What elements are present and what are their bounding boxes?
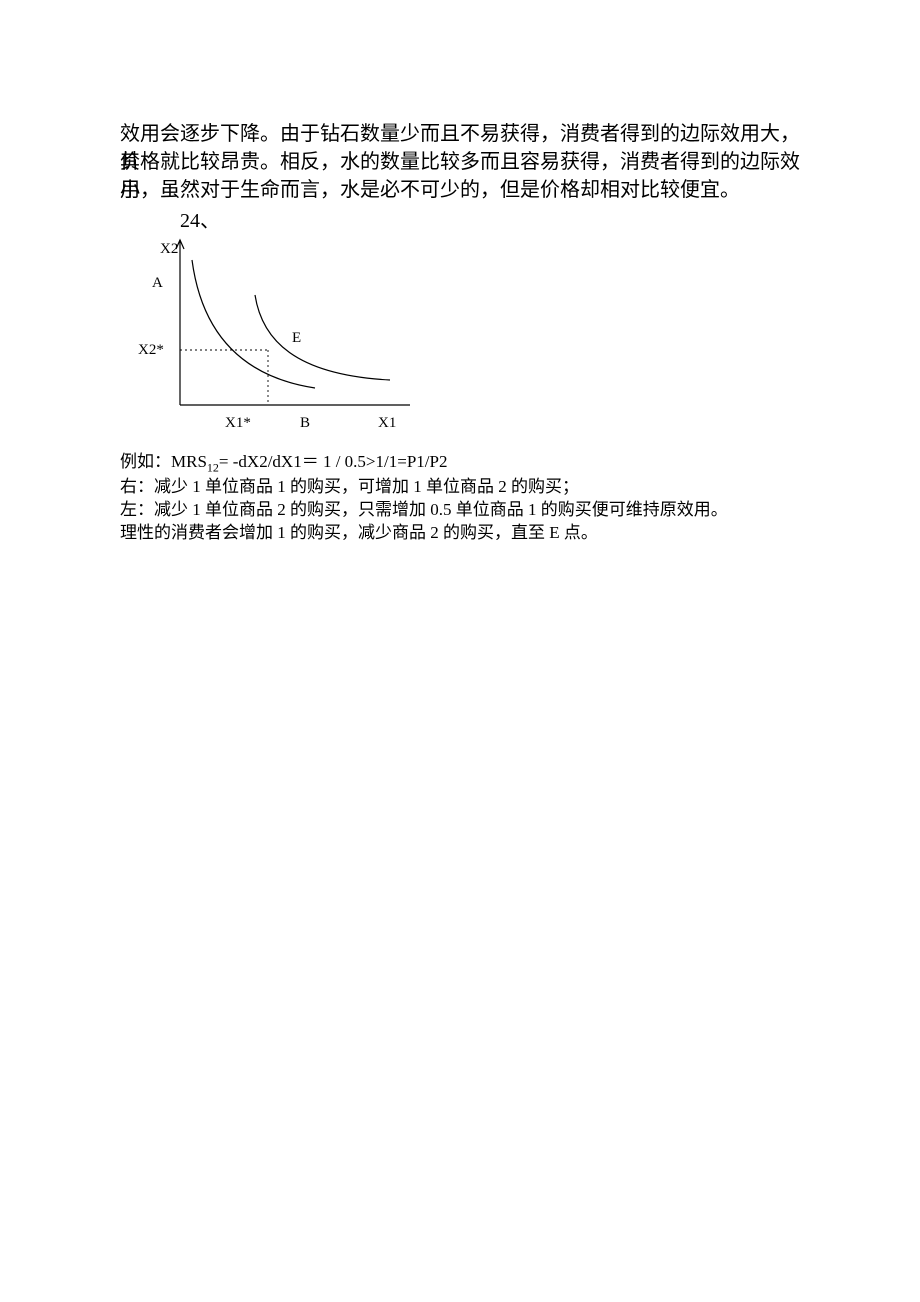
para-line3: 小，虽然对于生命而言，水是必不可少的，但是价格却相对比较便宜。 bbox=[120, 176, 800, 204]
label-X1-star: X1* bbox=[225, 415, 251, 432]
left-line: 左：减少 1 单位商品 2 的购买，只需增加 0.5 单位商品 1 的购买便可维… bbox=[120, 498, 728, 522]
label-A: A bbox=[152, 275, 163, 292]
mrs-rest: = -dX2/dX1＝ 1 / 0.5>1/1=P1/P2 bbox=[219, 452, 448, 471]
rational-line: 理性的消费者会增加 1 的购买，减少商品 2 的购买，直至 E 点。 bbox=[120, 521, 598, 545]
label-B: B bbox=[300, 415, 310, 432]
mrs-sub: 12 bbox=[207, 460, 219, 474]
right-line: 右：减少 1 单位商品 1 的购买，可增加 1 单位商品 2 的购买； bbox=[120, 475, 579, 499]
mrs-prefix: 例如：MRS bbox=[120, 452, 207, 471]
page: 效用会逐步下降。由于钻石数量少而且不易获得，消费者得到的边际效用大，其 价格就比… bbox=[0, 0, 920, 1302]
label-X2-star: X2* bbox=[138, 342, 164, 359]
label-E: E bbox=[292, 330, 301, 347]
x-axis-label-X1: X1 bbox=[378, 415, 396, 432]
y-axis-label-X2: X2 bbox=[160, 241, 178, 258]
indifference-curve-chart: X2 A X2* E X1* B X1 bbox=[120, 225, 440, 435]
